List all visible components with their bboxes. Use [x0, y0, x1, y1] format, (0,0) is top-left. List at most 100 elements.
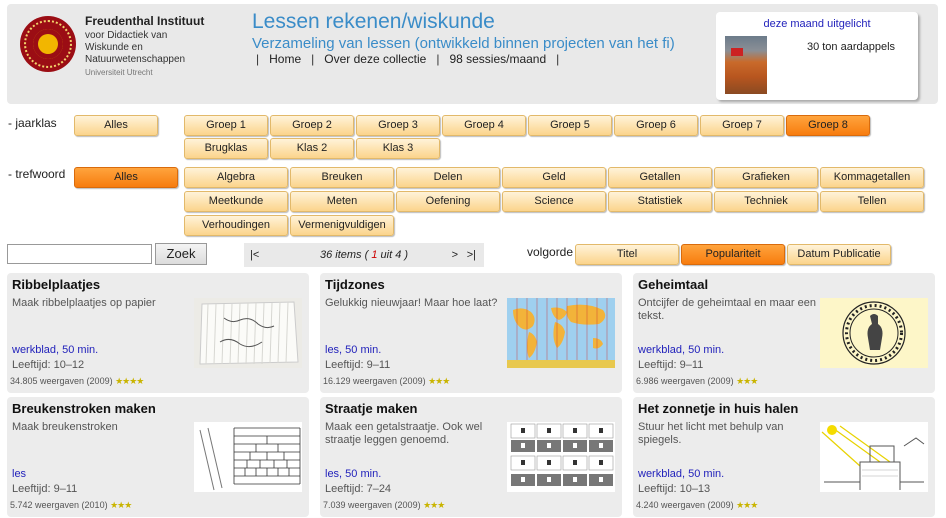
card-type: werkblad, 50 min.: [12, 344, 99, 356]
keyword-grafieken-button[interactable]: Grafieken: [714, 167, 818, 188]
featured-text[interactable]: 30 ton aardappels: [796, 38, 906, 56]
rating-stars-icon: ★★★: [110, 500, 132, 510]
institute-subtitle: voor Didactiek van Wiskunde en Natuurwet…: [85, 30, 186, 65]
pager: |< 36 items ( 1 uit 4 ) > >|: [244, 243, 484, 267]
sort-title-button[interactable]: Titel: [575, 244, 679, 265]
search-button[interactable]: Zoek: [155, 243, 207, 265]
sort-popularity-button[interactable]: Populariteit: [681, 244, 785, 265]
card-title[interactable]: Het zonnetje in huis halen: [638, 401, 798, 416]
sort-date-button[interactable]: Datum Publicatie: [787, 244, 891, 265]
keyword-all-button[interactable]: Alles: [74, 167, 178, 188]
card-age: Leeftijd: 7–24: [325, 483, 392, 495]
card-thumbnail[interactable]: [194, 422, 302, 492]
keyword-meetkunde-button[interactable]: Meetkunde: [184, 191, 288, 212]
featured-box[interactable]: deze maand uitgelicht 30 ton aardappels: [716, 12, 918, 100]
grade-klas-3-button[interactable]: Klas 3: [356, 138, 440, 159]
grade-all-button[interactable]: Alles: [74, 115, 158, 136]
rating-stars-icon: ★★★: [428, 376, 450, 386]
rating-stars-icon: ★★★★: [115, 376, 144, 386]
card-title[interactable]: Tijdzones: [325, 277, 385, 292]
grade-groep-6-button[interactable]: Groep 6: [614, 115, 698, 136]
card-views: 34.805 weergaven (2009) ★★★★: [10, 376, 144, 387]
pager-total-text: uit 4 ): [380, 249, 409, 261]
rating-stars-icon: ★★★: [736, 376, 758, 386]
card-title[interactable]: Geheimtaal: [638, 277, 708, 292]
grade-groep-7-button[interactable]: Groep 7: [700, 115, 784, 136]
featured-image[interactable]: [725, 36, 767, 94]
lesson-card-breukenstroken[interactable]: Breukenstroken maken Maak breukenstroken…: [7, 397, 309, 517]
university-seal-icon[interactable]: [20, 16, 76, 72]
nav-home-link[interactable]: Home: [269, 52, 301, 66]
pager-last-button[interactable]: >|: [467, 243, 476, 267]
lesson-card-zonnetje[interactable]: Het zonnetje in huis halen Stuur het lic…: [633, 397, 935, 517]
grade-groep-8-button[interactable]: Groep 8: [786, 115, 870, 136]
card-views-text: 5.742 weergaven (2010): [10, 500, 108, 510]
page-title: Lessen rekenen/wiskunde: [252, 10, 495, 33]
keyword-techniek-button[interactable]: Techniek: [714, 191, 818, 212]
card-views-text: 34.805 weergaven (2009): [10, 376, 113, 386]
grade-groep-3-button[interactable]: Groep 3: [356, 115, 440, 136]
card-type: werkblad, 50 min.: [638, 468, 725, 480]
keyword-verhoudingen-button[interactable]: Verhoudingen: [184, 215, 288, 236]
rating-stars-icon: ★★★: [736, 500, 758, 510]
keyword-oefening-button[interactable]: Oefening: [396, 191, 500, 212]
card-age: Leeftijd: 10–13: [638, 483, 711, 495]
card-thumbnail[interactable]: [507, 422, 615, 492]
card-type: les, 50 min.: [325, 468, 382, 480]
nav-sessions-link[interactable]: 98 sessies/maand: [449, 52, 546, 66]
lesson-card-straatje-maken[interactable]: Straatje maken Maak een getalstraatje. O…: [320, 397, 622, 517]
page-subtitle: Verzameling van lessen (ontwikkeld binne…: [252, 35, 675, 52]
keyword-getallen-button[interactable]: Getallen: [608, 167, 712, 188]
grade-klas-2-button[interactable]: Klas 2: [270, 138, 354, 159]
grade-groep-2-button[interactable]: Groep 2: [270, 115, 354, 136]
keyword-kommagetallen-button[interactable]: Kommagetallen: [820, 167, 924, 188]
keyword-delen-button[interactable]: Delen: [396, 167, 500, 188]
card-views-text: 7.039 weergaven (2009): [323, 500, 421, 510]
featured-title[interactable]: deze maand uitgelicht: [716, 18, 918, 30]
lesson-card-geheimtaal[interactable]: Geheimtaal Ontcijfer de geheimtaal en ma…: [633, 273, 935, 393]
keyword-tellen-button[interactable]: Tellen: [820, 191, 924, 212]
card-age: Leeftijd: 10–12: [12, 359, 85, 371]
keyword-statistiek-button[interactable]: Statistiek: [608, 191, 712, 212]
card-type: werkblad, 50 min.: [638, 344, 725, 356]
card-thumbnail[interactable]: [507, 298, 615, 368]
card-thumbnail[interactable]: [194, 298, 302, 368]
grade-groep-1-button[interactable]: Groep 1: [184, 115, 268, 136]
nav-about-link[interactable]: Over deze collectie: [324, 52, 426, 66]
pager-items-text: 36 items (: [319, 249, 369, 261]
card-title[interactable]: Breukenstroken maken: [12, 401, 156, 416]
grade-groep-5-button[interactable]: Groep 5: [528, 115, 612, 136]
keyword-algebra-button[interactable]: Algebra: [184, 167, 288, 188]
keyword-geld-button[interactable]: Geld: [502, 167, 606, 188]
card-views: 5.742 weergaven (2010) ★★★: [10, 500, 132, 511]
lesson-card-ribbelplaatjes[interactable]: Ribbelplaatjes Maak ribbelplaatjes op pa…: [7, 273, 309, 393]
pager-next-button[interactable]: >: [452, 243, 458, 267]
card-views: 6.986 weergaven (2009) ★★★: [636, 376, 758, 387]
keyword-vermenigvuldigen-button[interactable]: Vermenigvuldigen: [290, 215, 394, 236]
grade-brugklas-button[interactable]: Brugklas: [184, 138, 268, 159]
rating-stars-icon: ★★★: [423, 500, 445, 510]
keyword-science-button[interactable]: Science: [502, 191, 606, 212]
grade-groep-4-button[interactable]: Groep 4: [442, 115, 526, 136]
card-views-text: 16.129 weergaven (2009): [323, 376, 426, 386]
search-input[interactable]: [7, 244, 152, 264]
header: Freudenthal Instituut voor Didactiek van…: [7, 4, 938, 104]
card-age: Leeftijd: 9–11: [325, 359, 391, 371]
card-thumbnail[interactable]: [820, 422, 928, 492]
card-views: 7.039 weergaven (2009) ★★★: [323, 500, 445, 511]
card-views: 16.129 weergaven (2009) ★★★: [323, 376, 450, 387]
card-title[interactable]: Ribbelplaatjes: [12, 277, 100, 292]
card-thumbnail[interactable]: [820, 298, 928, 368]
keyword-breuken-button[interactable]: Breuken: [290, 167, 394, 188]
card-title[interactable]: Straatje maken: [325, 401, 418, 416]
top-nav: | Home | Over deze collectie | 98 sessie…: [256, 52, 560, 66]
university-name: Universiteit Utrecht: [85, 68, 153, 77]
lesson-card-tijdzones[interactable]: Tijdzones Gelukkig nieuwjaar! Maar hoe l…: [320, 273, 622, 393]
keyword-meten-button[interactable]: Meten: [290, 191, 394, 212]
institute-name[interactable]: Freudenthal Instituut: [85, 14, 204, 28]
card-description: Ontcijfer de geheimtaal en maar een teks…: [638, 297, 816, 322]
card-views-text: 4.240 weergaven (2009): [636, 500, 734, 510]
card-description: Gelukkig nieuwjaar! Maar hoe laat?: [325, 297, 498, 309]
card-views-text: 6.986 weergaven (2009): [636, 376, 734, 386]
card-age: Leeftijd: 9–11: [12, 483, 78, 495]
